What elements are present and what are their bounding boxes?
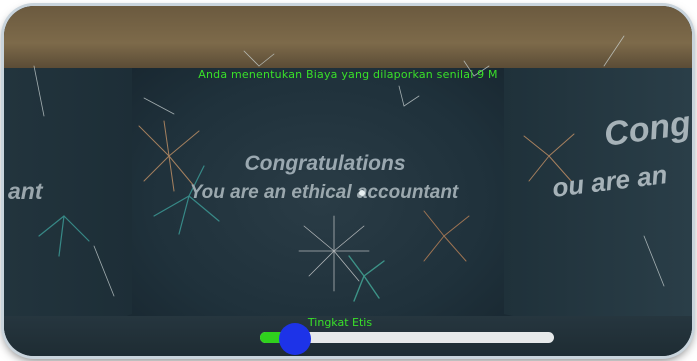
ethics-level-label: Tingkat Etis <box>307 316 373 329</box>
back-wall-subtitle: You are an ethical accountant <box>189 182 459 203</box>
hud-message: Anda menentukan Biaya yang dilaporkan se… <box>198 68 498 81</box>
reticle-dot-icon <box>359 190 365 196</box>
left-wall-text: ant <box>8 178 43 204</box>
back-wall-title: Congratulations <box>244 152 406 175</box>
game-viewport: Anda menentukan Biaya yang dilaporkan se… <box>4 6 692 356</box>
ethics-level-slider[interactable] <box>260 323 554 355</box>
